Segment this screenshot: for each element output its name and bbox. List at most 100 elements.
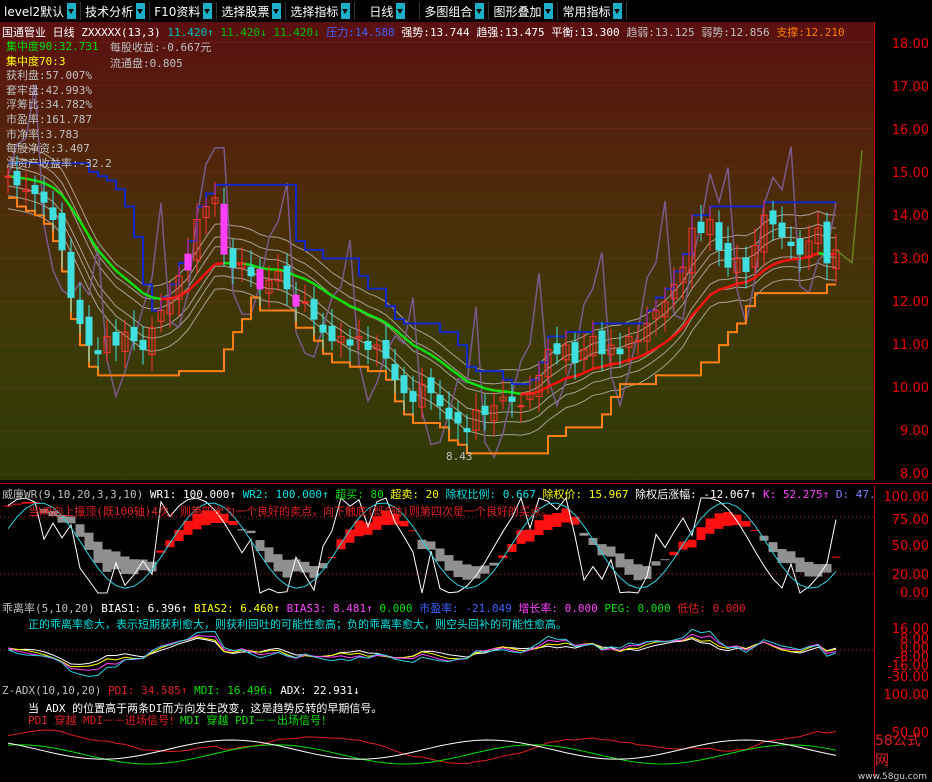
price-chart[interactable] <box>0 22 874 480</box>
chip-stat-value: 34.782% <box>46 98 92 111</box>
value-2: 11.420↓ <box>220 26 266 39</box>
adx-panel[interactable]: Z-ADX(10,10,20) PDI: 34.585↑ MDI: 16.496… <box>0 684 874 778</box>
candle-body <box>797 239 803 254</box>
kd-ribbon-bar <box>463 564 472 579</box>
oversell-value: 超卖: 20 <box>390 488 439 501</box>
dropdown-arrow-icon[interactable] <box>613 3 622 19</box>
bias3-value: BIAS3: 8.481↑ <box>287 602 373 615</box>
indicator-name: ZXXXXX(13,3) <box>81 26 160 39</box>
balance-line-segment <box>710 290 719 295</box>
toolbar-label: 常用指标 <box>562 3 610 20</box>
adx-line <box>8 740 836 759</box>
chip-stat-label: 获利盘: <box>6 69 46 82</box>
price-chart-panel[interactable]: 国通管业 日线 ZXXXXX(13,3) 11.420↑ 11.420↓ 11.… <box>0 22 874 480</box>
kd-ribbon-bar <box>715 513 724 529</box>
adx-axis: 100.00 50.00 58公式网 www.58gu.com <box>874 684 932 778</box>
kd-ribbon-bar <box>787 551 796 563</box>
band-line <box>8 167 836 394</box>
candle-body <box>329 326 335 341</box>
select-stock-button[interactable]: 选择股票 <box>217 2 286 20</box>
balance-line-segment <box>557 378 566 383</box>
chip-stat-row: 获利盘:57.007% <box>6 69 112 84</box>
adx-chart[interactable] <box>0 684 874 778</box>
kd-ribbon-bar <box>814 564 823 576</box>
candle-body <box>41 192 47 202</box>
dropdown-arrow-icon[interactable] <box>341 3 350 19</box>
eps-block: 每股收益:-0.667元 流通盘:0.805 <box>110 40 211 72</box>
select-indicator-button[interactable]: 选择指标 <box>286 2 355 20</box>
balance-line-segment <box>89 236 98 250</box>
eps-label: 每股收益: <box>110 41 161 54</box>
bias-line <box>8 629 836 676</box>
dropdown-arrow-icon[interactable] <box>136 3 145 19</box>
wr2-value: WR2: 100.000↑ <box>243 488 329 501</box>
chip-stat-value: -32.2 <box>79 157 112 170</box>
xr-ratio-value: 除权比例: 0.667 <box>446 488 536 501</box>
support-value: 12.210 <box>805 26 845 39</box>
dropdown-arrow-icon[interactable] <box>272 3 281 19</box>
f10-info-button[interactable]: F10资料 <box>150 2 217 20</box>
multi-chart-button[interactable]: 多图组合 <box>420 2 489 20</box>
kd-ribbon-bar <box>112 551 121 569</box>
balance-line-segment <box>116 271 125 278</box>
kd-ribbon-bar <box>742 521 751 527</box>
daily-period-button[interactable]: 日线 <box>355 2 420 20</box>
kd-ribbon-bar <box>301 562 310 573</box>
kd-ribbon-bar <box>706 518 715 533</box>
tech-analysis-button[interactable]: 技术分析 <box>81 2 150 20</box>
toolbar-label: 选择股票 <box>221 3 269 20</box>
candle-body <box>59 213 65 249</box>
dropdown-arrow-icon[interactable] <box>475 3 484 19</box>
dropdown-arrow-icon[interactable] <box>396 3 405 19</box>
dropdown-arrow-icon[interactable] <box>544 3 553 19</box>
chip-stat-label: 市净率: <box>6 128 46 141</box>
undervalue-value: 低估: 0.000 <box>677 602 745 615</box>
kd-ribbon-bar <box>625 559 634 575</box>
balance-line-segment <box>422 350 431 355</box>
chip-stat-row: 套牢盘:42.993% <box>6 84 112 99</box>
kd-ribbon-bar <box>445 555 454 571</box>
adx-note-2: PDI 穿越 MDI－－进场信号！MDI 穿越 PDI－－出场信号！ <box>28 712 332 728</box>
bias-panel[interactable]: 乖离率(5,10,20) BIAS1: 6.396↑ BIAS2: 6.460↑… <box>0 600 874 684</box>
stock-name: 国通管业 <box>2 26 46 39</box>
candle-body <box>68 252 74 297</box>
kd-ribbon-bar <box>85 533 94 550</box>
wr-tick: 0.00 <box>900 586 929 601</box>
period-label: 日线 <box>53 26 75 39</box>
kd-ribbon-bar <box>805 562 814 577</box>
trend-weak-label: 趋弱: <box>626 26 655 39</box>
toolbar-label: level2默认 <box>4 3 64 20</box>
zero-value: 0.000 <box>379 602 412 615</box>
chip-stat-row: 集中度70:3 <box>6 55 112 70</box>
common-indicator-button[interactable]: 常用指标 <box>558 2 627 20</box>
overlay-button[interactable]: 图形叠加 <box>489 2 558 20</box>
wr-panel[interactable]: 威廉WR(9,10,20,3,3,10) WR1: 100.000↑ WR2: … <box>0 486 874 600</box>
d-value: D: 47.87 <box>836 488 874 501</box>
trend-strong-label: 趋强: <box>476 26 505 39</box>
kd-ribbon-bar <box>130 559 139 574</box>
chip-stat-row: 市净率:3.783 <box>6 128 112 143</box>
pdi-line <box>8 730 836 764</box>
balance-line-segment <box>764 265 773 271</box>
balance-line-segment <box>503 391 512 392</box>
strong-label: 强势: <box>401 26 430 39</box>
candle-body <box>824 222 830 263</box>
balance-line-segment <box>440 361 449 368</box>
candle-body <box>698 222 704 232</box>
balance-line-segment <box>773 261 782 264</box>
balance-value: 13.300 <box>580 26 620 39</box>
candle-body <box>113 332 119 345</box>
candle-body <box>32 185 38 193</box>
level2-default-button[interactable]: level2默认 <box>0 2 81 20</box>
kd-ribbon-bar <box>283 560 292 578</box>
wr1-value: WR1: 100.000↑ <box>150 488 236 501</box>
balance-line-segment <box>134 286 143 294</box>
support-label: 支撑: <box>776 26 805 39</box>
dropdown-arrow-icon[interactable] <box>67 3 76 19</box>
pdi-value: PDI: 34.585↑ <box>108 684 187 697</box>
balance-line-segment <box>809 253 818 256</box>
candle-body <box>401 376 407 393</box>
toolbar: level2默认 技术分析 F10资料 选择股票 选择指标 日线 多图组合 图形… <box>0 0 932 23</box>
candle-body <box>365 342 371 350</box>
dropdown-arrow-icon[interactable] <box>203 3 212 19</box>
